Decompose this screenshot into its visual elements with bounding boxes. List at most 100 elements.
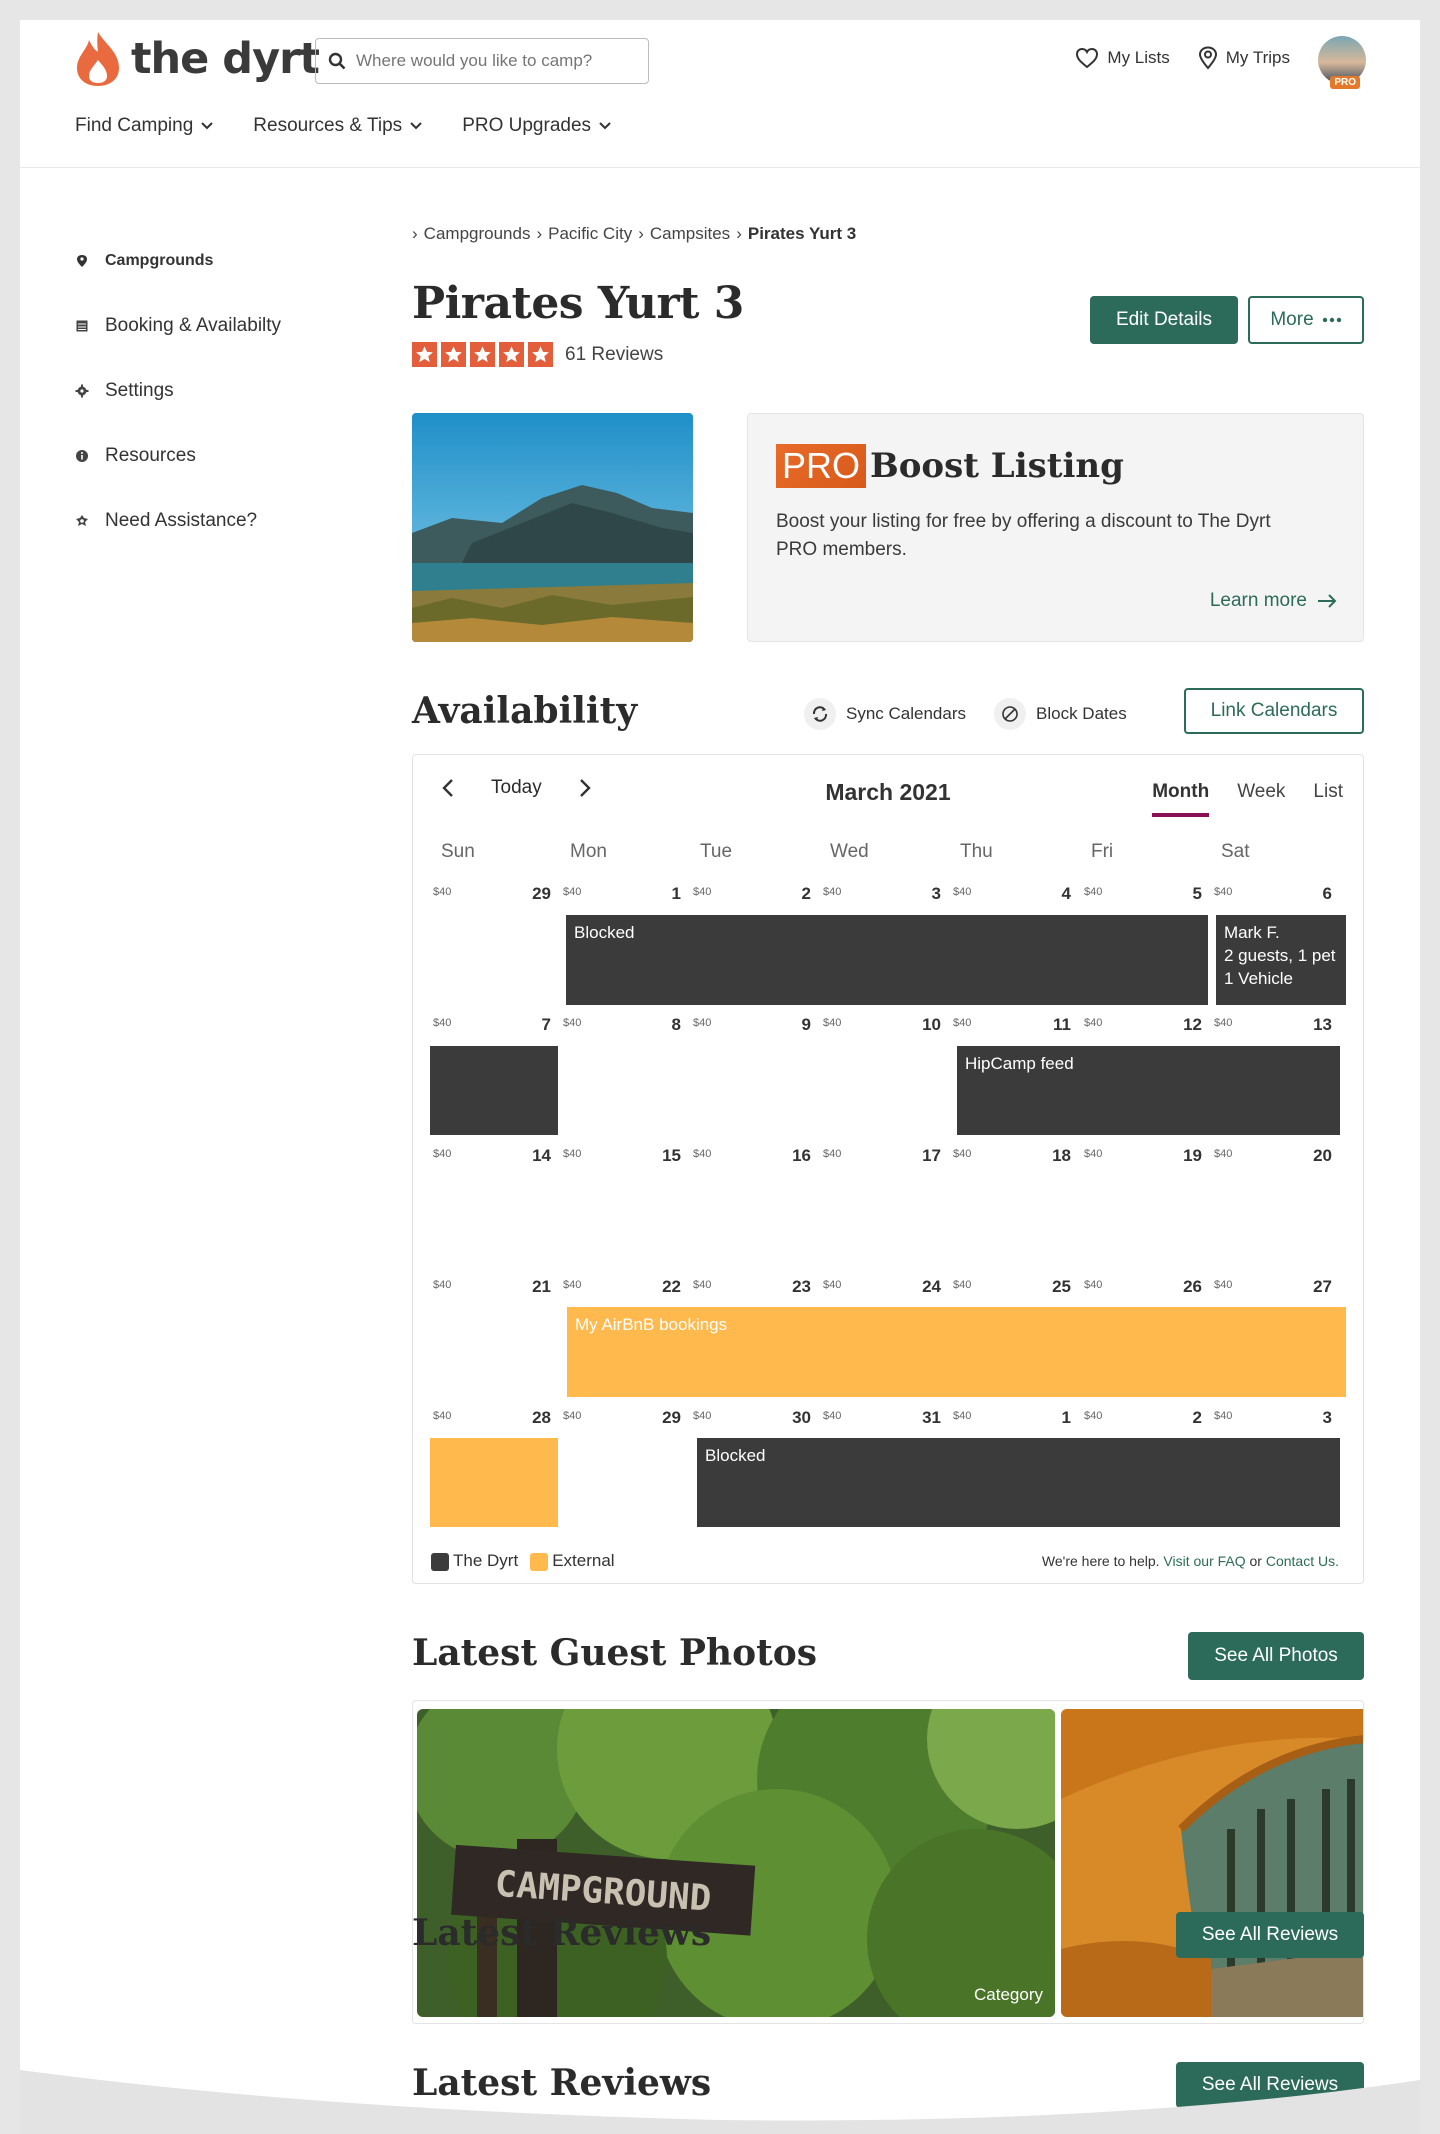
tab-list[interactable]: List — [1313, 781, 1343, 817]
day-price: $40 — [693, 886, 712, 898]
day-number[interactable]: 14 — [521, 1146, 551, 1166]
event-booking-mark[interactable]: Mark F. 2 guests, 1 pet 1 Vehicle — [1216, 915, 1346, 1005]
day-price: $40 — [1084, 1279, 1103, 1291]
block-dates-button[interactable]: Block Dates — [994, 698, 1127, 730]
breadcrumb-item[interactable]: Pacific City — [548, 224, 632, 244]
day-number[interactable]: 7 — [521, 1015, 551, 1035]
tab-week[interactable]: Week — [1237, 781, 1285, 817]
event-hipcamp-feed[interactable]: HipCamp feed — [957, 1046, 1340, 1135]
sidebar-item-booking[interactable]: Booking & Availabilty — [75, 310, 281, 342]
sync-calendars-button[interactable]: Sync Calendars — [804, 698, 966, 730]
learn-more-link[interactable]: Learn more — [1210, 590, 1337, 612]
more-label: More — [1270, 309, 1314, 330]
dow-label: Thu — [960, 841, 993, 862]
my-trips-link[interactable]: My Trips — [1198, 46, 1290, 70]
dow-label: Mon — [570, 841, 607, 862]
search-box[interactable] — [315, 38, 649, 84]
legend-item: External — [530, 1551, 615, 1571]
search-input[interactable] — [356, 51, 616, 71]
star-icon — [441, 342, 466, 367]
day-price: $40 — [1084, 1017, 1103, 1029]
my-lists-link[interactable]: My Lists — [1075, 47, 1170, 69]
sidebar-item-resources[interactable]: Resources — [75, 440, 281, 472]
sidebar-item-assistance[interactable]: Need Assistance? — [75, 505, 281, 537]
dow-label: Sat — [1221, 841, 1250, 862]
day-number[interactable]: 21 — [521, 1277, 551, 1297]
day-number[interactable]: 31 — [911, 1408, 941, 1428]
day-number[interactable]: 15 — [651, 1146, 681, 1166]
event-label: HipCamp feed — [965, 1054, 1074, 1073]
day-number[interactable]: 28 — [521, 1408, 551, 1428]
vehicle-count: 1 Vehicle — [1224, 969, 1293, 988]
reviews-count[interactable]: 61 Reviews — [565, 344, 663, 366]
sidebar-item-label: Booking & Availabilty — [105, 315, 282, 336]
day-price: $40 — [563, 1410, 582, 1422]
more-button[interactable]: More — [1248, 296, 1364, 344]
contact-us-link[interactable]: Contact Us. — [1266, 1553, 1339, 1569]
day-number[interactable]: 27 — [1302, 1277, 1332, 1297]
see-all-photos-button[interactable]: See All Photos — [1188, 1632, 1364, 1680]
sidebar-item-label: Campgrounds — [105, 252, 214, 269]
logo[interactable]: the dyrt — [75, 30, 320, 88]
star-icon — [470, 342, 495, 367]
see-all-reviews-button-overlay[interactable]: See All Reviews — [1176, 1912, 1364, 1958]
day-number[interactable]: 5 — [1172, 884, 1202, 904]
day-number[interactable]: 22 — [651, 1277, 681, 1297]
nav-resources-tips[interactable]: Resources & Tips — [253, 115, 422, 137]
breadcrumb-item[interactable]: Campsites — [650, 224, 730, 244]
day-number[interactable]: 3 — [1302, 1408, 1332, 1428]
star-icon — [412, 342, 437, 367]
day-number[interactable]: 29 — [651, 1408, 681, 1428]
day-number[interactable]: 23 — [781, 1277, 811, 1297]
chevron-left-icon[interactable] — [441, 778, 455, 798]
today-button[interactable]: Today — [491, 777, 542, 799]
day-number[interactable]: 17 — [911, 1146, 941, 1166]
sidebar-item-campgrounds[interactable]: Campgrounds — [75, 245, 281, 277]
day-number[interactable]: 6 — [1302, 884, 1332, 904]
guest-photo[interactable] — [1061, 1709, 1363, 2017]
event-blocked[interactable]: Blocked — [697, 1438, 1340, 1527]
tab-month[interactable]: Month — [1152, 781, 1210, 817]
faq-link[interactable]: Visit our FAQ — [1163, 1553, 1245, 1569]
event-airbnb-continued[interactable] — [430, 1438, 558, 1527]
day-number[interactable]: 8 — [651, 1015, 681, 1035]
day-number[interactable]: 18 — [1041, 1146, 1071, 1166]
day-number[interactable]: 11 — [1041, 1015, 1071, 1035]
day-number[interactable]: 29 — [521, 884, 551, 904]
listing-photo[interactable] — [412, 413, 693, 642]
page: the dyrt My Lists My Trips — [20, 20, 1420, 2134]
day-number[interactable]: 24 — [911, 1277, 941, 1297]
day-number[interactable]: 25 — [1041, 1277, 1071, 1297]
chevron-right-icon[interactable] — [578, 778, 592, 798]
day-number[interactable]: 1 — [1041, 1408, 1071, 1428]
day-number[interactable]: 10 — [911, 1015, 941, 1035]
day-number[interactable]: 2 — [781, 884, 811, 904]
guest-photo[interactable]: CAMPGROUND Category — [417, 1709, 1055, 2017]
breadcrumb-current: Pirates Yurt 3 — [747, 224, 857, 243]
day-number[interactable]: 30 — [781, 1408, 811, 1428]
nav-pro-upgrades[interactable]: PRO Upgrades — [462, 115, 611, 137]
breadcrumb-separator: › — [638, 224, 644, 243]
day-number[interactable]: 9 — [781, 1015, 811, 1035]
day-number[interactable]: 2 — [1172, 1408, 1202, 1428]
day-number[interactable]: 1 — [651, 884, 681, 904]
sidebar-item-settings[interactable]: Settings — [75, 375, 281, 407]
event-block-continued[interactable] — [430, 1046, 558, 1135]
day-number[interactable]: 13 — [1302, 1015, 1332, 1035]
day-number[interactable]: 26 — [1172, 1277, 1202, 1297]
event-airbnb-bookings[interactable]: My AirBnB bookings — [567, 1307, 1346, 1397]
link-calendars-button[interactable]: Link Calendars — [1184, 688, 1364, 734]
pro-tag: PRO — [776, 444, 867, 488]
day-number[interactable]: 4 — [1041, 884, 1071, 904]
event-blocked[interactable]: Blocked — [566, 915, 1208, 1005]
latest-reviews-title-overlay: Latest Reviews — [412, 1912, 712, 1954]
edit-details-button[interactable]: Edit Details — [1090, 296, 1238, 344]
day-number[interactable]: 12 — [1172, 1015, 1202, 1035]
day-number[interactable]: 3 — [911, 884, 941, 904]
nav-find-camping[interactable]: Find Camping — [75, 115, 213, 137]
day-number[interactable]: 20 — [1302, 1146, 1332, 1166]
day-number[interactable]: 16 — [781, 1146, 811, 1166]
availability-calendar: Today March 2021 Month Week List Sun Mon… — [412, 754, 1364, 1584]
day-number[interactable]: 19 — [1172, 1146, 1202, 1166]
breadcrumb-item[interactable]: Campgrounds — [424, 224, 531, 244]
